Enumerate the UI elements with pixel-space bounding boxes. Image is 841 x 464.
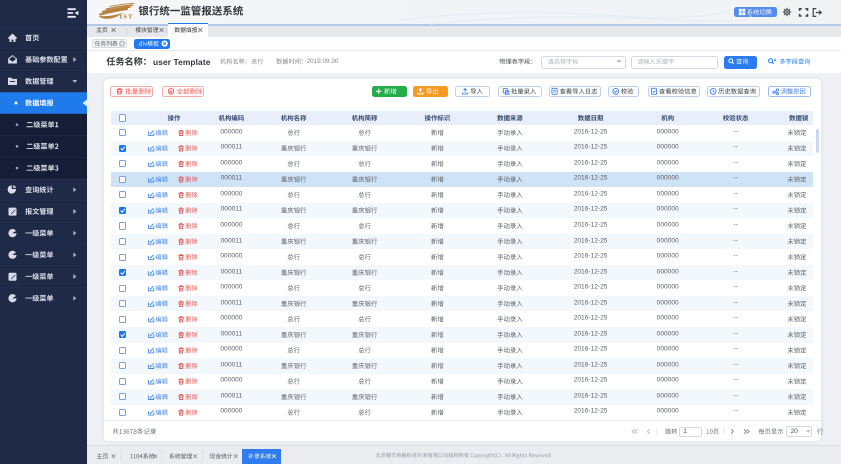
svg-text:IST: IST [120,14,134,21]
